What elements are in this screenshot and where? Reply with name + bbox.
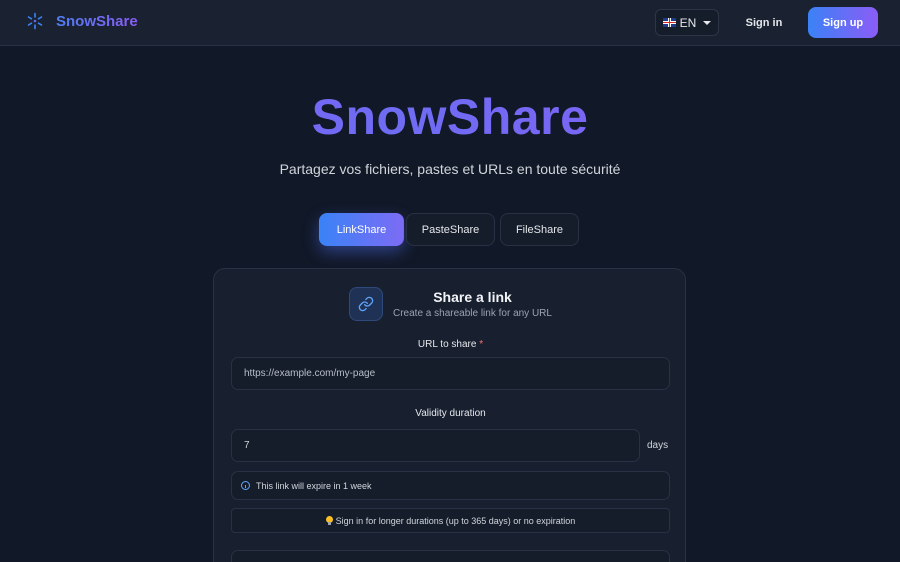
signin-tip: Sign in for longer durations (up to 365 … (231, 508, 670, 533)
tab-fileshare[interactable]: FileShare (500, 213, 579, 246)
lightbulb-icon (325, 516, 333, 525)
snowflake-icon (27, 12, 43, 30)
language-label: EN (679, 15, 697, 30)
card-title: Share a link (433, 289, 512, 305)
language-selector[interactable]: EN (655, 9, 719, 36)
hero-subtitle: Partagez vos fichiers, pastes et URLs en… (279, 161, 621, 177)
link-icon (358, 296, 374, 312)
url-input[interactable]: https://example.com/my-page (231, 357, 670, 390)
brand-link[interactable]: SnowShare (26, 12, 138, 30)
required-mark: * (479, 339, 484, 350)
expire-text: This link will expire in 1 week (256, 480, 372, 491)
card-subtitle: Create a shareable link for any URL (393, 308, 552, 319)
tab-pasteshare[interactable]: PasteShare (406, 213, 495, 246)
chevron-down-icon (703, 20, 712, 25)
duration-value: 7 (244, 440, 250, 451)
url-label-text: URL to share (417, 339, 477, 350)
uk-flag-icon (662, 18, 676, 27)
expire-notice: This link will expire in 1 week (231, 471, 670, 500)
link-icon-box (349, 287, 383, 321)
url-input-placeholder: https://example.com/my-page (244, 368, 376, 379)
tip-text: Sign in for longer durations (up to 365 … (335, 515, 576, 526)
sign-up-button[interactable]: Sign up (808, 7, 878, 38)
brand-name: SnowShare (56, 12, 138, 30)
sign-in-button[interactable]: Sign in (736, 9, 792, 36)
tab-linkshare[interactable]: LinkShare (319, 213, 404, 246)
hero-title: SnowShare (0, 88, 900, 146)
url-field-label: URL to share * (214, 339, 687, 350)
duration-field-label: Validity duration (415, 408, 486, 419)
info-icon (241, 481, 250, 490)
share-link-card: Share a link Create a shareable link for… (213, 268, 686, 562)
duration-unit: days (647, 440, 669, 451)
next-field[interactable] (231, 550, 670, 562)
duration-input[interactable]: 7 (231, 429, 640, 462)
navbar: SnowShare EN Sign in Sign up (0, 0, 900, 46)
